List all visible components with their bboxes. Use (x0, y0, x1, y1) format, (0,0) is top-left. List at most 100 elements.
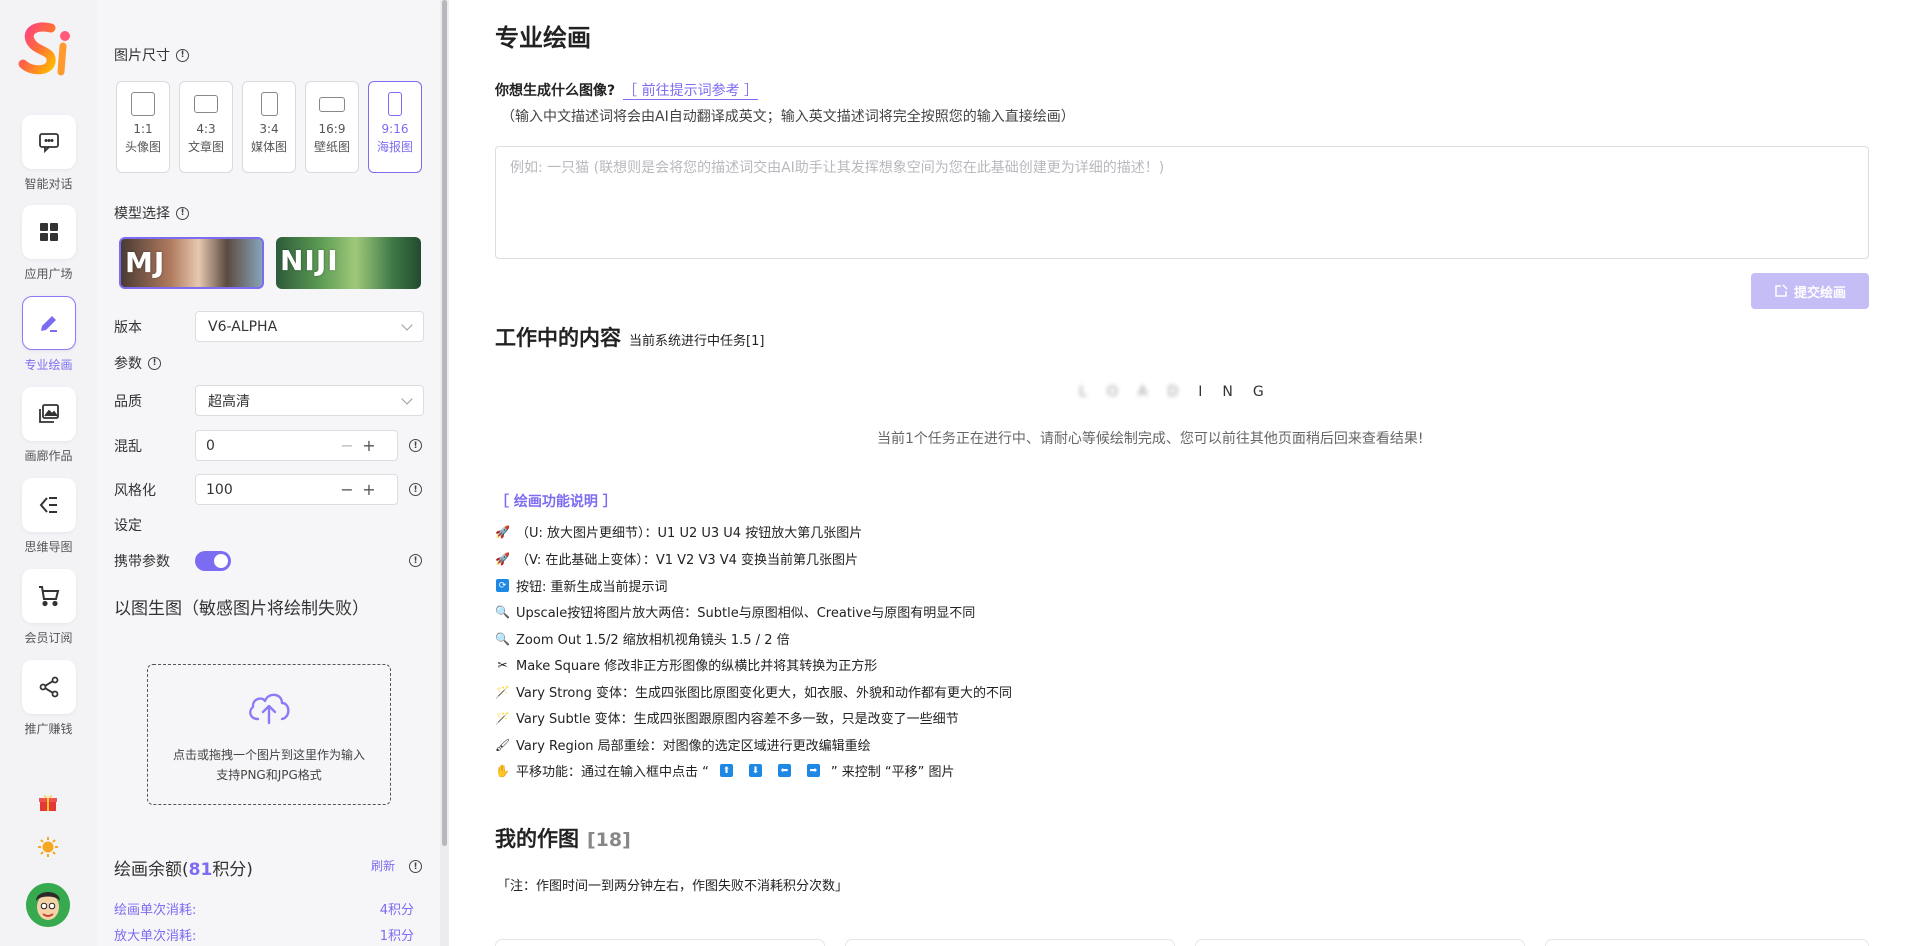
info-icon[interactable]: ! (409, 554, 422, 567)
plus-icon[interactable]: + (358, 479, 380, 501)
credit-balance: 绘画余额(81积分) (114, 860, 253, 880)
cloud-upload-icon (249, 693, 290, 725)
rail-label-mindmap: 思维导图 (24, 540, 73, 554)
size-section-label: 图片尺寸! (114, 45, 189, 65)
rail-label-apps: 应用广场 (24, 267, 73, 281)
panel-scroll-thumb[interactable] (442, 0, 447, 846)
app-root: 智能对话 应用广场 专业绘画 画廊作品 思维导图 会员订阅 推广赚钱 图片尺寸 … (0, 0, 1909, 946)
cart-icon (38, 586, 59, 607)
rail-item-gallery[interactable]: 画廊作品 (0, 387, 97, 464)
rail-label-painting: 专业绘画 (24, 358, 73, 372)
func-item: ✋ 平移功能：通过在输入框中点击 “ ⬆ ⬇ ⬅ ➡ ” 来控制 “平移” 图片 (495, 763, 955, 781)
rocket-icon: 🚀 (495, 551, 510, 566)
drawing-card[interactable] (1195, 939, 1525, 946)
model-option-mj[interactable]: MJ (119, 237, 264, 289)
minus-icon[interactable]: − (336, 479, 358, 501)
img2img-title: 以图生图（敏感图片将绘制失败） (114, 599, 369, 619)
submit-painting-button[interactable]: 提交绘画 (1751, 273, 1869, 309)
func-item: ⟳ 按钮: 重新生成当前提示词 (495, 576, 668, 595)
upscale-cost-label: 放大单次消耗: (114, 929, 197, 944)
main-content: 专业绘画 你想生成什么图像? ［ 前往提示词参考 ］ （输入中文描述词将会由AI自… (449, 0, 1909, 946)
rail-item-referral[interactable]: 推广赚钱 (0, 660, 97, 737)
rail-label-gallery: 画廊作品 (24, 449, 73, 463)
carry-params-toggle[interactable] (195, 551, 231, 571)
version-select[interactable]: V6-ALPHA (195, 311, 424, 342)
share-icon (39, 676, 58, 698)
image-upload-dropzone[interactable]: 点击或拖拽一个图片到这里作为输入 支持PNG和JPG格式 (147, 664, 391, 805)
arrow-left-icon: ⬅ (777, 764, 791, 777)
rail-item-membership[interactable]: 会员订阅 (0, 569, 97, 646)
info-icon[interactable]: ! (176, 48, 189, 62)
function-help-link[interactable]: ［ 绘画功能说明 ］ (495, 491, 617, 511)
version-label: 版本 (114, 320, 142, 336)
stylize-stepper: − + (195, 474, 398, 505)
prompt-reference-link[interactable]: ［ 前往提示词参考 ］ (623, 83, 759, 100)
arrow-down-icon: ⬇ (748, 764, 762, 777)
hand-icon: ✋ (495, 763, 510, 778)
page-title: 专业绘画 (495, 24, 591, 52)
mindmap-icon (39, 497, 57, 513)
prompt-hint: （输入中文描述词将会由AI自动翻译成英文；输入英文描述词将完全按照您的输入直接绘… (501, 109, 1075, 125)
wand-icon: 🪄 (495, 684, 510, 699)
stylize-input[interactable] (196, 481, 336, 498)
info-icon[interactable]: ! (409, 483, 422, 496)
size-option-4-3[interactable]: 4:3 文章图 (179, 81, 233, 173)
upscale-cost-value: 1积分 (379, 929, 414, 944)
magnifier-icon: 🔍 (495, 604, 510, 619)
stylize-label: 风格化 (114, 483, 156, 499)
func-item: 🔍 Upscale按钮将图片放大两倍：Subtle与原图相似、Creative与原… (495, 604, 976, 622)
wide-ratio-icon (319, 97, 345, 112)
pen-edit-icon (40, 316, 57, 332)
plus-icon[interactable]: + (358, 435, 380, 457)
landscape-ratio-icon (194, 95, 218, 113)
rail-item-chat[interactable]: 智能对话 (0, 115, 97, 192)
size-option-9-16[interactable]: 9:16 海报图 (368, 81, 422, 173)
refresh-link[interactable]: 刷新 (371, 857, 395, 874)
draw-cost-label: 绘画单次消耗: (114, 903, 197, 918)
arrow-up-icon: ⬆ (719, 764, 733, 777)
sun-theme-icon[interactable] (36, 835, 60, 859)
drawing-card[interactable] (495, 939, 825, 946)
rail-item-painting[interactable]: 专业绘画 (0, 296, 97, 373)
chaos-stepper: − + (195, 430, 398, 461)
model-option-niji[interactable]: NIJI (276, 237, 421, 289)
chevron-down-icon (401, 318, 413, 331)
params-section-label: 参数! (114, 353, 161, 373)
tall-ratio-icon (388, 92, 402, 116)
loading-message: 当前1个任务正在进行中、请耐心等候绘制完成、您可以前往其他页面稍后回来查看结果! (877, 431, 1424, 447)
size-option-16-9[interactable]: 16:9 壁纸图 (305, 81, 359, 173)
rail-item-mindmap[interactable]: 思维导图 (0, 478, 97, 555)
user-avatar[interactable] (26, 883, 70, 927)
quality-select[interactable]: 超高清 (195, 385, 424, 416)
nav-rail: 智能对话 应用广场 专业绘画 画廊作品 思维导图 会员订阅 推广赚钱 (0, 0, 97, 946)
prompt-question: 你想生成什么图像? ［ 前往提示词参考 ］ (495, 83, 759, 100)
loading-indicator: LOADING (1079, 384, 1284, 400)
minus-icon[interactable]: − (336, 435, 358, 457)
func-item: 🪄 Vary Subtle 变体：生成四张图跟原图内容差不多一致，只是改变了一些细… (495, 710, 959, 728)
size-option-1-1[interactable]: 1:1 头像图 (116, 81, 170, 173)
chevron-down-icon (401, 392, 413, 405)
rail-label-referral: 推广赚钱 (24, 722, 73, 736)
si-logo (18, 22, 70, 76)
info-icon[interactable]: ! (409, 439, 422, 452)
drawing-card[interactable] (845, 939, 1175, 946)
prompt-input[interactable] (495, 146, 1869, 259)
func-item: 🚀 （V: 在此基础上变体）：V1 V2 V3 V4 变换当前第几张图片 (495, 551, 859, 569)
info-icon[interactable]: ! (176, 206, 189, 220)
portrait-ratio-icon (260, 92, 278, 116)
info-icon[interactable]: ! (148, 356, 161, 370)
square-ratio-icon (131, 92, 155, 116)
quality-label: 品质 (114, 394, 142, 410)
rail-item-apps[interactable]: 应用广场 (0, 205, 97, 282)
func-item: 🔍 Zoom Out 1.5/2 缩放相机视角镜头 1.5 / 2 倍 (495, 631, 790, 649)
working-task-count: 当前系统进行中任务[1] (629, 334, 765, 349)
model-section-label: 模型选择! (114, 203, 189, 223)
size-option-3-4[interactable]: 3:4 媒体图 (242, 81, 296, 173)
func-item: 🪄 Vary Strong 变体：生成四张图比原图变化更大，如衣服、外貌和动作都有… (495, 684, 1013, 702)
drawing-card[interactable] (1545, 939, 1869, 946)
chaos-input[interactable] (196, 437, 336, 454)
func-item: 🚀 （U: 放大图片更细节）：U1 U2 U3 U4 按钮放大第几张图片 (495, 524, 863, 542)
func-item: 🖌 Vary Region 局部重绘：对图像的选定区域进行更改编辑重绘 (494, 737, 871, 755)
gift-icon[interactable] (36, 791, 60, 815)
info-icon[interactable]: ! (409, 860, 422, 873)
